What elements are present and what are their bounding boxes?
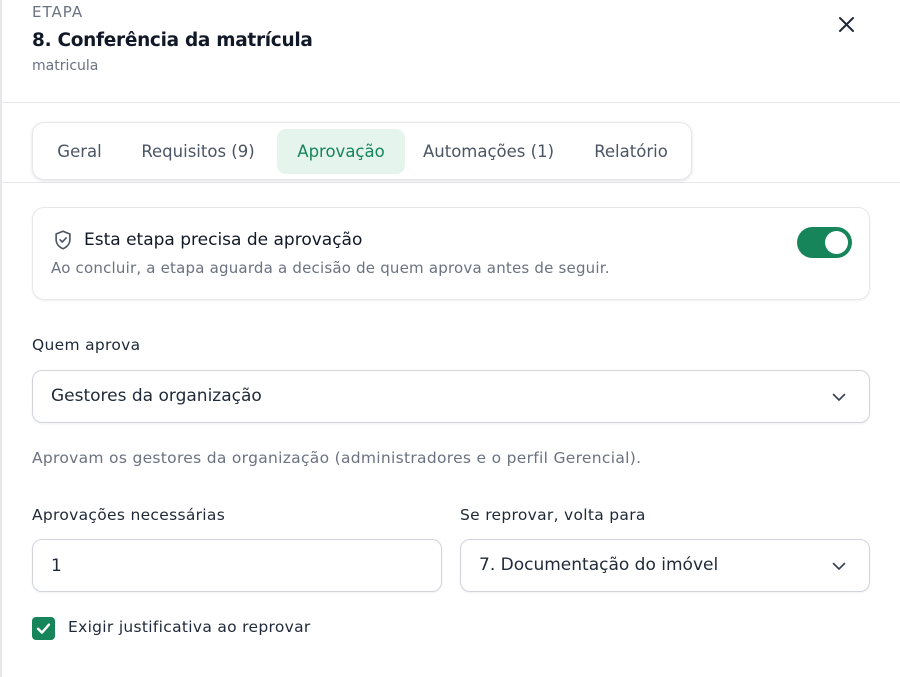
chevron-down-icon <box>832 393 846 401</box>
approval-required-card: Esta etapa precisa de aprovação Ao concl… <box>32 207 870 300</box>
chevron-down-icon <box>832 562 846 570</box>
reject-return-label: Se reprovar, volta para <box>460 506 646 524</box>
require-justification-checkbox[interactable] <box>32 617 55 640</box>
required-approvals-label: Aprovações necessárias <box>32 506 226 524</box>
page-subtitle: matricula <box>32 58 99 74</box>
reject-return-select[interactable]: 7. Documentação do imóvel <box>460 539 870 592</box>
toggle-knob <box>825 231 848 254</box>
page-title: 8. Conferência da matrícula <box>32 30 313 51</box>
checkmark-icon <box>36 623 51 634</box>
approval-required-toggle[interactable] <box>797 227 852 258</box>
approver-label: Quem aprova <box>32 336 141 354</box>
shield-check-icon <box>55 230 71 250</box>
panel-header: ETAPA 8. Conferência da matrícula matric… <box>0 0 900 103</box>
eyebrow-label: ETAPA <box>32 3 84 21</box>
tab-list: Geral Requisitos (9) Aprovação Automaçõe… <box>32 122 692 180</box>
reject-return-select-value: 7. Documentação do imóvel <box>479 555 719 575</box>
close-icon <box>838 16 854 32</box>
tab-aprovacao[interactable]: Aprovação <box>277 129 405 174</box>
approver-select[interactable]: Gestores da organização <box>32 370 870 423</box>
close-button[interactable] <box>832 10 860 38</box>
approval-required-description: Ao concluir, a etapa aguarda a decisão d… <box>51 259 610 277</box>
tab-requisitos[interactable]: Requisitos (9) <box>127 129 269 174</box>
tab-geral[interactable]: Geral <box>45 129 114 174</box>
tab-relatorio[interactable]: Relatório <box>578 129 684 174</box>
required-approvals-input[interactable] <box>32 539 442 592</box>
tab-automacoes[interactable]: Automações (1) <box>413 129 564 174</box>
approver-hint: Aprovam os gestores da organização (admi… <box>32 449 642 467</box>
require-justification-label: Exigir justificativa ao reprovar <box>68 618 311 636</box>
approval-required-title: Esta etapa precisa de aprovação <box>84 230 363 250</box>
approver-select-value: Gestores da organização <box>51 386 262 406</box>
tabs-bar: Geral Requisitos (9) Aprovação Automaçõe… <box>0 103 900 183</box>
